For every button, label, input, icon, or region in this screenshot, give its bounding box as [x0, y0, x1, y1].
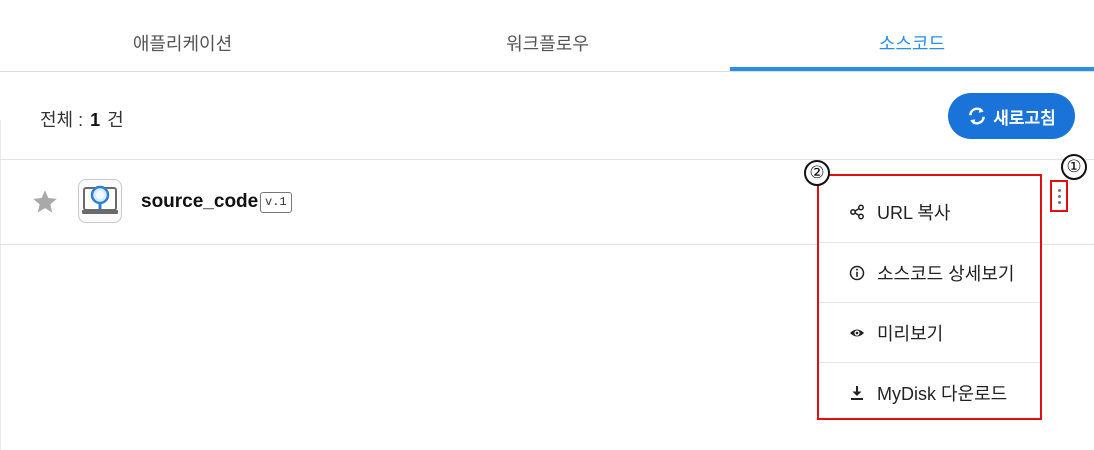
- version-badge: v.1: [260, 192, 292, 213]
- menu-item-label: MyDisk 다운로드: [877, 383, 1008, 404]
- eye-icon: [850, 329, 864, 336]
- menu-item-label: 소스코드 상세보기: [877, 263, 1015, 284]
- favorite-star-icon[interactable]: [31, 188, 59, 216]
- tab-applications[interactable]: 애플리케이션: [0, 0, 365, 72]
- tab-bar: 애플리케이션 워크플로우 소스코드: [0, 0, 1094, 72]
- item-name[interactable]: source_code: [141, 191, 258, 213]
- info-icon: [849, 265, 865, 280]
- menu-item-label: 미리보기: [877, 323, 944, 344]
- menu-item-copy-url[interactable]: URL 복사: [819, 182, 1040, 242]
- count-suffix: 건: [107, 110, 124, 130]
- content-divider: [0, 120, 1, 450]
- kebab-dot: [1057, 194, 1061, 198]
- menu-item-mydisk-download[interactable]: MyDisk 다운로드: [819, 362, 1040, 422]
- download-icon: [851, 385, 863, 400]
- kebab-dot: [1057, 188, 1061, 192]
- refresh-button[interactable]: 새로고침: [948, 93, 1075, 139]
- share-icon: [850, 204, 864, 220]
- refresh-label: 새로고침: [993, 108, 1056, 128]
- count-prefix: 전체 :: [40, 110, 84, 130]
- menu-item-source-detail[interactable]: 소스코드 상세보기: [819, 242, 1040, 302]
- context-menu: URL 복사 소스코드 상세보기 미리보기 MyDisk 다운로드: [817, 174, 1042, 420]
- app-magnifier-icon: [78, 179, 122, 223]
- row-divider: [0, 159, 1094, 160]
- menu-item-preview[interactable]: 미리보기: [819, 302, 1040, 362]
- tab-source-code[interactable]: 소스코드: [730, 0, 1094, 72]
- annotation-marker-1: ①: [1061, 154, 1087, 180]
- menu-item-label: URL 복사: [877, 203, 951, 223]
- tab-workflows[interactable]: 워크플로우: [365, 0, 730, 72]
- refresh-icon: [969, 107, 986, 125]
- annotation-marker-2: ②: [804, 160, 830, 186]
- active-tab-indicator: [730, 67, 1094, 71]
- kebab-dot: [1057, 200, 1061, 204]
- total-count: 전체 : 1 건: [40, 106, 124, 132]
- more-options-button[interactable]: [1050, 180, 1068, 212]
- count-value: 1: [90, 110, 101, 130]
